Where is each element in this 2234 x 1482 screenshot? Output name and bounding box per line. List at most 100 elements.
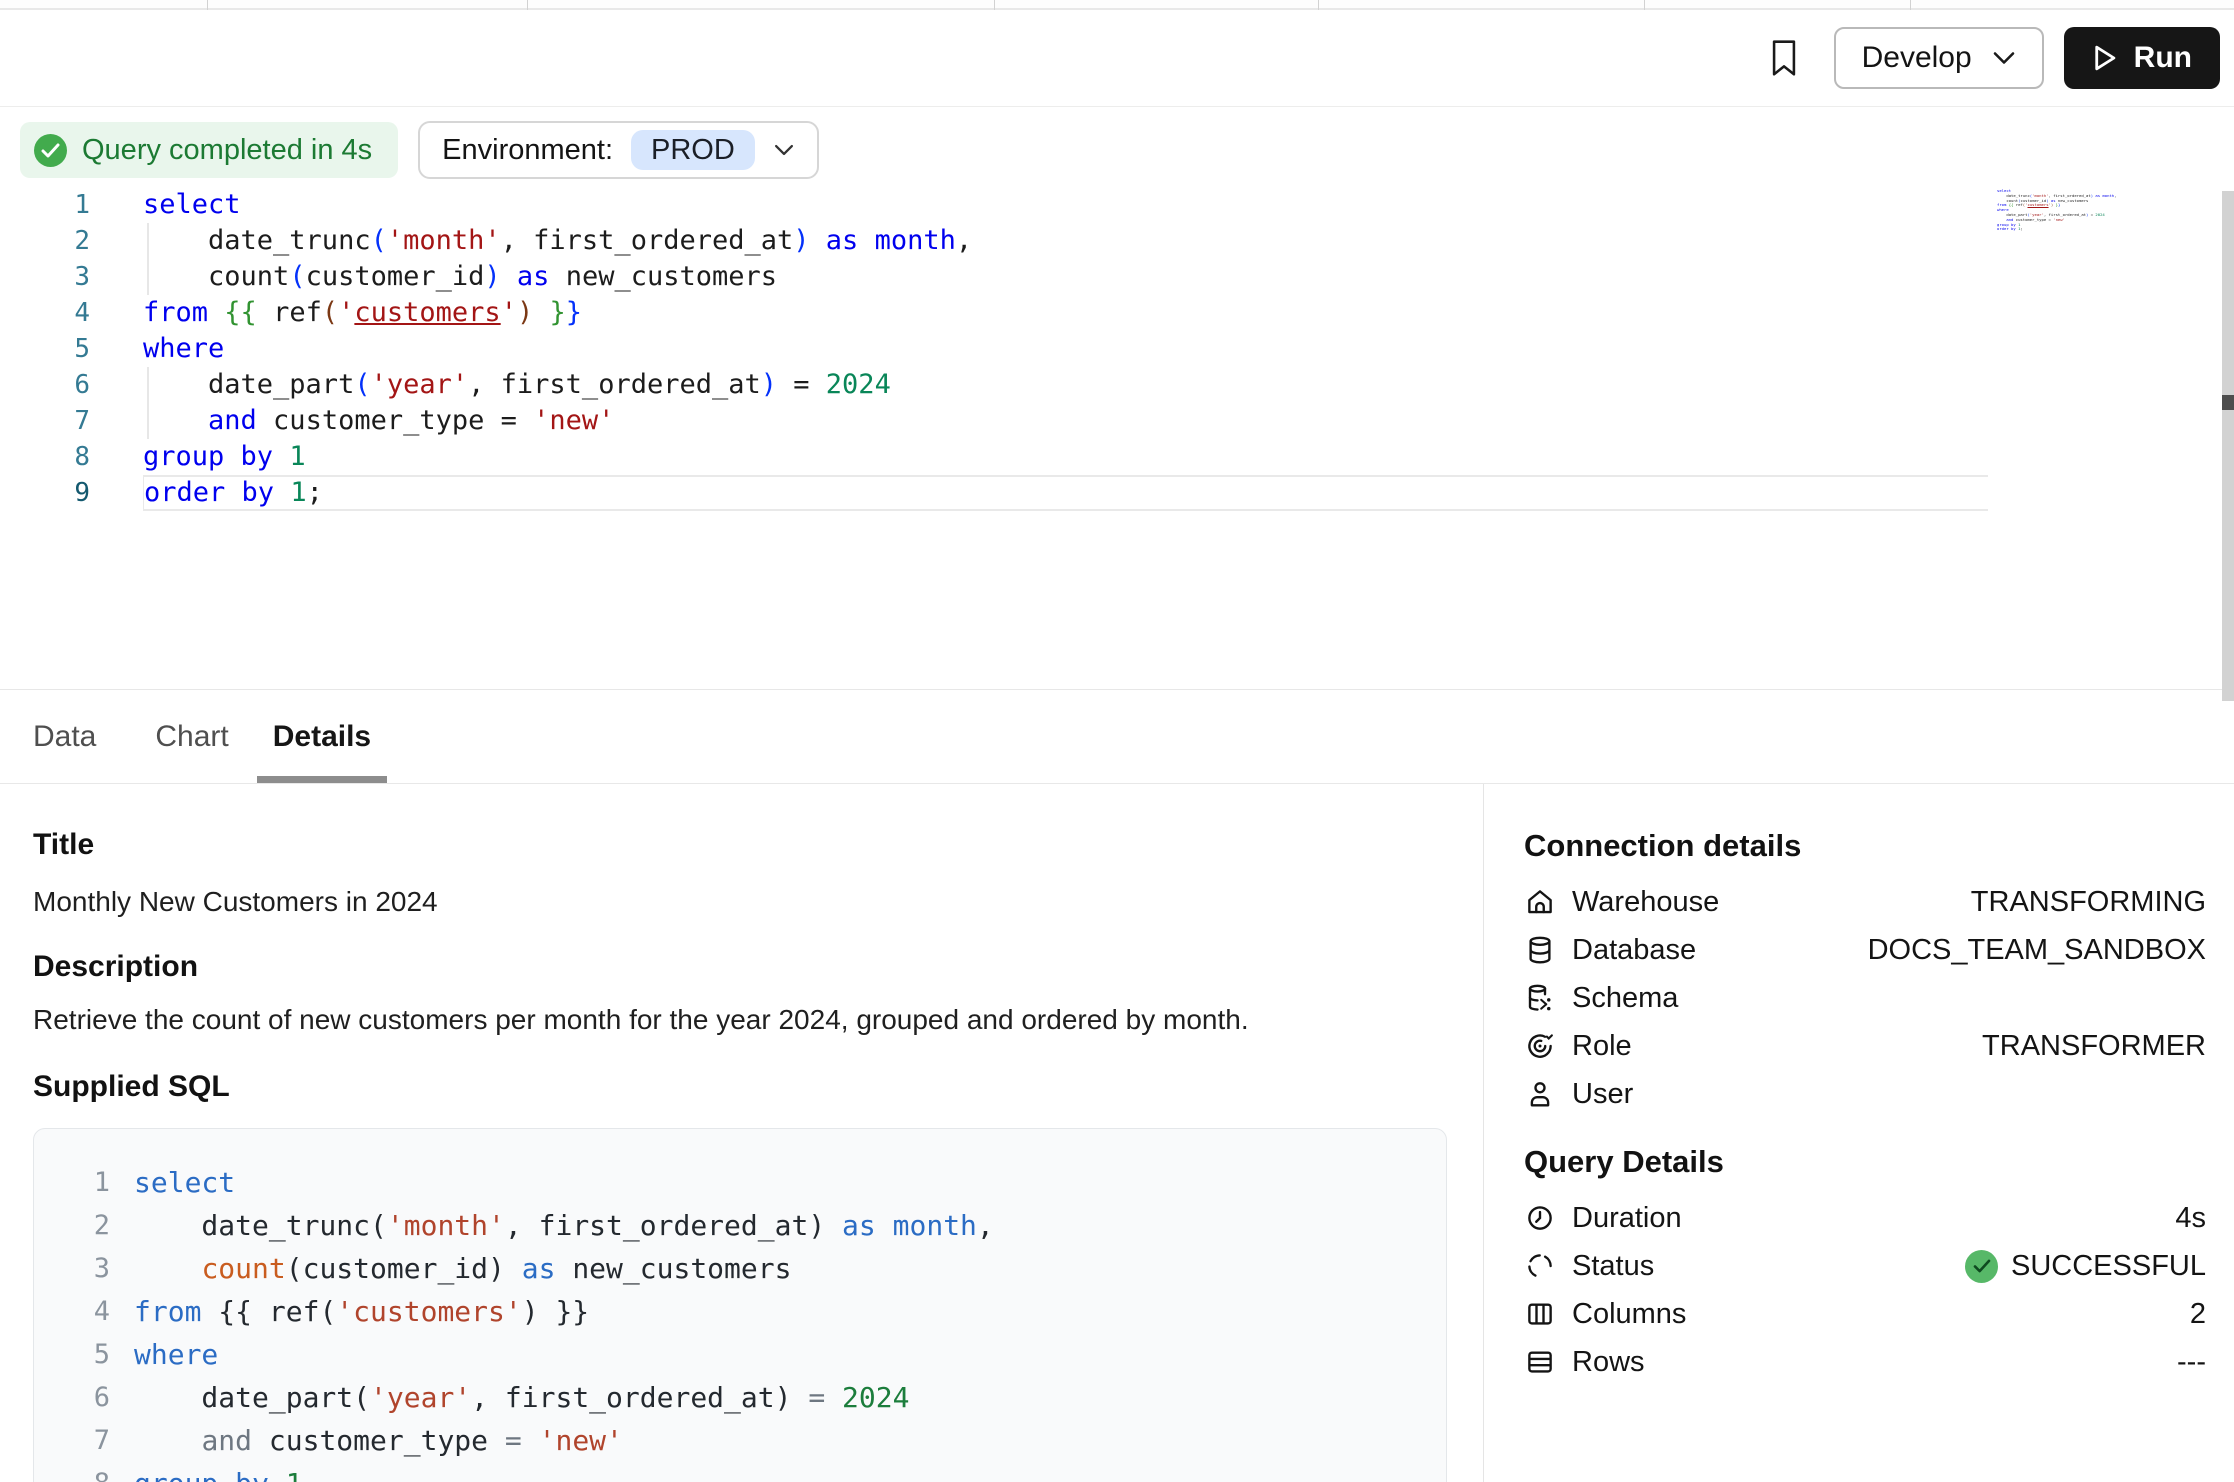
- line-number: 6: [34, 1382, 110, 1413]
- columns-icon: [1524, 1298, 1556, 1330]
- code-line[interactable]: 4from {{ ref('customers') }}: [0, 295, 2234, 331]
- connection-details-heading: Connection details: [1524, 828, 2206, 864]
- columns-label: Columns: [1572, 1298, 1686, 1331]
- line-number: 5: [0, 334, 90, 364]
- duration-icon: [1524, 1202, 1556, 1234]
- code-line-text: where: [134, 1333, 218, 1376]
- line-number: 8: [34, 1468, 110, 1482]
- user-label: User: [1572, 1078, 1633, 1111]
- line-number: 9: [0, 478, 90, 508]
- code-line[interactable]: 5 where: [34, 1333, 1446, 1376]
- code-line[interactable]: 6 date_part('year', first_ordered_at) = …: [0, 367, 2234, 403]
- environment-selector[interactable]: Environment: PROD: [418, 121, 819, 179]
- tab-details[interactable]: Details: [257, 690, 387, 783]
- code-line-text: select: [134, 1161, 235, 1204]
- develop-dropdown-button[interactable]: Develop: [1834, 27, 2044, 89]
- query-details-heading: Query Details: [1524, 1144, 2206, 1180]
- database-label: Database: [1572, 934, 1696, 967]
- editor-scrollbar[interactable]: [2222, 191, 2234, 701]
- database-row: Database DOCS_TEAM_SANDBOX: [1524, 926, 2206, 974]
- code-line-text: from {{ ref('customers') }}: [143, 295, 1988, 331]
- warehouse-value: TRANSFORMING: [1971, 886, 2206, 919]
- line-number: 4: [34, 1296, 110, 1327]
- status-value-badge: SUCCESSFUL: [1965, 1250, 2206, 1283]
- duration-label: Duration: [1572, 1202, 1682, 1235]
- title-heading: Title: [33, 828, 1447, 862]
- code-line-text: where: [143, 331, 1988, 367]
- code-line[interactable]: 7 and customer_type = 'new': [0, 403, 2234, 439]
- schema-row: Schema: [1524, 974, 2206, 1022]
- code-line-text: group by 1: [143, 439, 1988, 475]
- toolbar: Develop Run: [0, 10, 2234, 107]
- code-line-text: date_trunc('month', first_ordered_at) as…: [134, 1204, 994, 1247]
- run-label: Run: [2134, 41, 2192, 75]
- develop-label: Develop: [1862, 41, 1972, 75]
- code-line-text: from {{ ref('customers') }}: [134, 1290, 589, 1333]
- status-row-item: Status SUCCESSFUL: [1524, 1242, 2206, 1290]
- database-value: DOCS_TEAM_SANDBOX: [1868, 934, 2206, 967]
- warehouse-icon: [1524, 886, 1556, 918]
- code-line[interactable]: 1select: [0, 187, 2234, 223]
- rows-label: Rows: [1572, 1346, 1645, 1379]
- code-line[interactable]: 8 group by 1: [34, 1462, 1446, 1482]
- bookmark-button[interactable]: [1756, 30, 1812, 86]
- status-row: Query completed in 4s Environment: PROD: [20, 121, 2234, 179]
- connection-details-rows: Warehouse TRANSFORMING Database DOCS_TEA…: [1524, 878, 2206, 1118]
- code-line[interactable]: 9order by 1;: [0, 475, 2234, 511]
- line-number: 8: [0, 442, 90, 472]
- line-number: 3: [34, 1253, 110, 1284]
- line-number: 2: [0, 226, 90, 256]
- tab-data[interactable]: Data: [17, 690, 112, 783]
- code-line[interactable]: 2 date_trunc('month', first_ordered_at) …: [0, 223, 2234, 259]
- results-tabbar: Data Chart Details: [0, 689, 2234, 784]
- line-number: 7: [0, 406, 90, 436]
- code-line-text: group by 1: [134, 1462, 303, 1482]
- code-line[interactable]: 2 date_trunc('month', first_ordered_at) …: [34, 1204, 1446, 1247]
- line-number: 3: [0, 262, 90, 292]
- user-row: User: [1524, 1070, 2206, 1118]
- status-label: Status: [1572, 1250, 1654, 1283]
- line-number: 7: [34, 1425, 110, 1456]
- line-number: 1: [0, 190, 90, 220]
- code-line[interactable]: 3 count(customer_id) as new_customers: [0, 259, 2234, 295]
- schema-icon: [1524, 982, 1556, 1014]
- code-line[interactable]: 5 where: [0, 331, 2234, 367]
- code-line-text: count(customer_id) as new_customers: [134, 1247, 791, 1290]
- editor-minimap[interactable]: select date_trunc('month', first_ordered…: [1997, 189, 2107, 232]
- editor-code: 1select2 date_trunc('month', first_order…: [0, 187, 2234, 511]
- line-number: 2: [34, 1210, 110, 1241]
- code-line[interactable]: 8 group by 1: [0, 439, 2234, 475]
- role-icon: [1524, 1030, 1556, 1062]
- run-button[interactable]: Run: [2064, 27, 2220, 89]
- description-value: Retrieve the count of new customers per …: [33, 1004, 1447, 1036]
- line-number: 5: [34, 1339, 110, 1370]
- duration-row: Duration 4s: [1524, 1194, 2206, 1242]
- query-status-text: Query completed in 4s: [82, 134, 372, 167]
- bookmark-icon: [1767, 37, 1801, 79]
- role-label: Role: [1572, 1030, 1632, 1063]
- query-metadata-section: Title Monthly New Customers in 2024 Desc…: [0, 784, 1483, 1482]
- code-line[interactable]: 6 date_part('year', first_ordered_at) = …: [34, 1376, 1446, 1419]
- query-editor-app: Develop Run Query completed in 4s Enviro…: [0, 0, 2234, 1482]
- code-line-text: and customer_type = 'new': [143, 403, 1988, 439]
- scrollbar-thumb[interactable]: [2222, 395, 2234, 410]
- tab-chart[interactable]: Chart: [139, 690, 244, 783]
- columns-row: Columns 2: [1524, 1290, 2206, 1338]
- environment-label: Environment:: [442, 134, 613, 167]
- chevron-down-icon: [1992, 50, 2016, 66]
- role-row: Role TRANSFORMER: [1524, 1022, 2206, 1070]
- role-value: TRANSFORMER: [1982, 1030, 2206, 1063]
- browser-tab-strip: [0, 0, 2234, 10]
- description-heading: Description: [33, 950, 1447, 984]
- code-line-text: and customer_type = 'new': [134, 1419, 623, 1462]
- title-value: Monthly New Customers in 2024: [33, 886, 1447, 918]
- warehouse-label: Warehouse: [1572, 886, 1719, 919]
- status-icon: [1524, 1250, 1556, 1282]
- code-line[interactable]: 4 from {{ ref('customers') }}: [34, 1290, 1446, 1333]
- environment-value-badge: PROD: [631, 130, 755, 170]
- code-line[interactable]: 1select: [34, 1161, 1446, 1204]
- code-line[interactable]: 3 count(customer_id) as new_customers: [34, 1247, 1446, 1290]
- sql-editor[interactable]: 1select2 date_trunc('month', first_order…: [0, 179, 2234, 689]
- code-line[interactable]: 7 and customer_type = 'new': [34, 1419, 1446, 1462]
- connection-query-details-section: Connection details Warehouse TRANSFORMIN…: [1483, 784, 2234, 1482]
